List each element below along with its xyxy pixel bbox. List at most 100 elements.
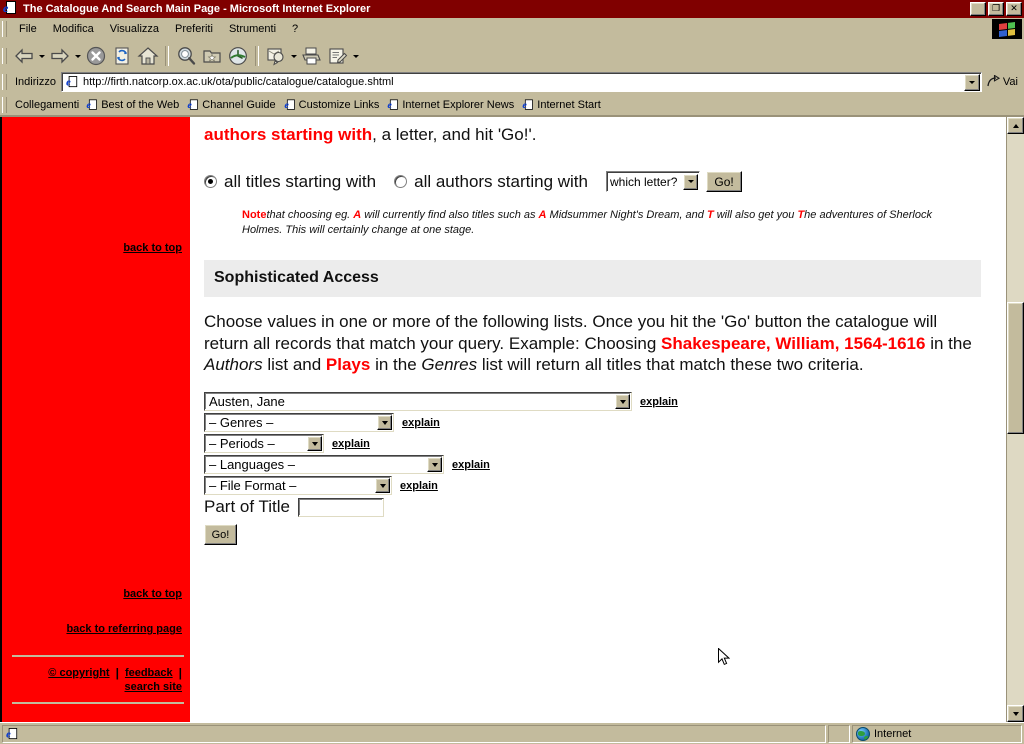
- link-channel-guide[interactable]: e Channel Guide: [186, 98, 282, 112]
- link-customize-links[interactable]: e Customize Links: [283, 98, 387, 112]
- authors-explain-link[interactable]: explain: [640, 396, 678, 408]
- part-of-title-input[interactable]: [297, 497, 384, 517]
- print-button[interactable]: [299, 43, 325, 69]
- toolbar-separator: [165, 46, 169, 66]
- periods-select-arrow[interactable]: [307, 436, 322, 452]
- form-row-fileformat: – File Format – explain: [204, 476, 984, 496]
- menu-item-modifica[interactable]: Modifica: [45, 21, 102, 37]
- address-label: Indirizzo: [15, 76, 56, 88]
- link-internet-explorer-news[interactable]: e Internet Explorer News: [386, 98, 521, 112]
- scroll-down-button[interactable]: [1007, 705, 1024, 722]
- chevron-down-icon: [311, 441, 318, 446]
- link-internet-start[interactable]: e Internet Start: [521, 98, 608, 112]
- which-letter-dropdown-arrow[interactable]: [683, 173, 699, 190]
- addressbar-grip[interactable]: [2, 74, 7, 90]
- sidebar-back-to-top-2[interactable]: back to top: [123, 588, 190, 600]
- which-letter-select[interactable]: which letter?: [606, 171, 701, 193]
- menu-item-visualizza[interactable]: Visualizza: [102, 21, 167, 37]
- sidebar-feedback-link[interactable]: feedback: [125, 667, 173, 679]
- restore-button[interactable]: ❐: [988, 2, 1004, 16]
- printer-icon: [302, 47, 321, 65]
- scrollbar-thumb[interactable]: [1007, 302, 1024, 434]
- intro-rest-text: , a letter, and hit 'Go!'.: [372, 125, 537, 144]
- chevron-down-icon: [381, 420, 388, 425]
- windows-logo-animation: [992, 19, 1022, 39]
- home-button[interactable]: [135, 43, 161, 69]
- para-red-plays: Plays: [325, 355, 371, 375]
- menu-item-strumenti[interactable]: Strumenti: [221, 21, 284, 37]
- sidebar-copyright-link[interactable]: © copyright: [48, 667, 109, 679]
- search-button[interactable]: [173, 43, 199, 69]
- address-go-button[interactable]: Vai: [982, 75, 1024, 89]
- section-heading-bar: Sophisticated Access: [204, 259, 981, 297]
- favorites-button[interactable]: [199, 43, 225, 69]
- form-go-button[interactable]: Go!: [204, 524, 237, 546]
- genres-select-arrow[interactable]: [377, 415, 392, 431]
- scroll-up-button[interactable]: [1007, 117, 1024, 134]
- mail-button[interactable]: [263, 43, 289, 69]
- chevron-down-icon: [968, 80, 975, 84]
- periods-select[interactable]: – Periods –: [204, 434, 324, 454]
- link-label: Best of the Web: [101, 98, 180, 111]
- fileformat-select-arrow[interactable]: [375, 478, 390, 494]
- go-label: Vai: [1002, 76, 1018, 88]
- fileformat-select[interactable]: – File Format –: [204, 476, 392, 496]
- radio-all-titles[interactable]: [204, 175, 217, 189]
- toolbar-grip[interactable]: [2, 48, 7, 64]
- stop-button[interactable]: [83, 43, 109, 69]
- sidebar-back-to-referring-page[interactable]: back to referring page: [66, 623, 190, 635]
- close-icon: ✕: [1010, 2, 1018, 13]
- link-label: Internet Explorer News: [402, 98, 515, 111]
- close-button[interactable]: ✕: [1006, 2, 1022, 16]
- web-page: back to top back to top back to referrin…: [0, 117, 1006, 722]
- authors-select[interactable]: Austen, Jane: [204, 392, 632, 412]
- sidebar-separator: |: [178, 666, 182, 680]
- vertical-scrollbar[interactable]: [1006, 117, 1024, 722]
- radio-all-authors[interactable]: [394, 175, 408, 189]
- note-bold-label: Note: [242, 209, 267, 222]
- mail-dropdown-button[interactable]: [289, 45, 299, 67]
- back-button[interactable]: [11, 43, 37, 69]
- languages-explain-link[interactable]: explain: [452, 459, 490, 471]
- periods-explain-link[interactable]: explain: [332, 438, 370, 450]
- menu-item-file[interactable]: File: [11, 21, 45, 37]
- chevron-down-icon: [687, 180, 694, 184]
- linksbar-grip[interactable]: [2, 96, 7, 113]
- back-dropdown-button[interactable]: [37, 45, 47, 67]
- genres-explain-link[interactable]: explain: [402, 417, 440, 429]
- address-history-dropdown[interactable]: [963, 73, 980, 91]
- forward-dropdown-button[interactable]: [73, 45, 83, 67]
- sidebar-search-site-link[interactable]: search site: [125, 681, 182, 693]
- toolbar: [0, 41, 1024, 71]
- sidebar-back-to-top-1[interactable]: back to top: [123, 242, 190, 254]
- form-row-languages: – Languages – explain: [204, 455, 984, 475]
- authors-select-arrow[interactable]: [615, 394, 630, 410]
- edit-dropdown-button[interactable]: [351, 45, 361, 67]
- note-part4: will also get you: [713, 209, 798, 222]
- note-part3: Midsummer Night's Dream, and: [546, 209, 707, 222]
- history-button[interactable]: [225, 43, 251, 69]
- link-label: Channel Guide: [202, 98, 276, 111]
- menubar-grip[interactable]: [2, 21, 7, 37]
- languages-select-arrow[interactable]: [427, 457, 442, 473]
- form-row-genres: – Genres – explain: [204, 413, 984, 433]
- page-icon: e: [6, 727, 19, 740]
- para-red-shakespeare: Shakespeare, William, 1564-1616: [661, 333, 926, 353]
- scrollbar-track[interactable]: [1007, 134, 1024, 705]
- link-best-of-the-web[interactable]: e Best of the Web: [85, 98, 186, 112]
- address-input[interactable]: e http://firth.natcorp.ox.ac.uk/ota/publ…: [60, 72, 982, 92]
- forward-button[interactable]: [47, 43, 73, 69]
- genres-select[interactable]: – Genres –: [204, 413, 394, 433]
- minimize-button[interactable]: _: [970, 2, 986, 16]
- edit-button[interactable]: [325, 43, 351, 69]
- refresh-button[interactable]: [109, 43, 135, 69]
- page-icon: e: [523, 98, 535, 110]
- languages-select[interactable]: – Languages –: [204, 455, 444, 475]
- refresh-icon: [115, 47, 129, 65]
- menu-item-preferiti[interactable]: Preferiti: [167, 21, 221, 37]
- mouse-cursor: [718, 647, 731, 667]
- sophisticated-access-form: Austen, Jane explain – Genres – explain: [204, 392, 984, 546]
- letter-go-button[interactable]: Go!: [706, 171, 742, 193]
- menu-item-help[interactable]: ?: [284, 21, 306, 37]
- fileformat-explain-link[interactable]: explain: [400, 480, 438, 492]
